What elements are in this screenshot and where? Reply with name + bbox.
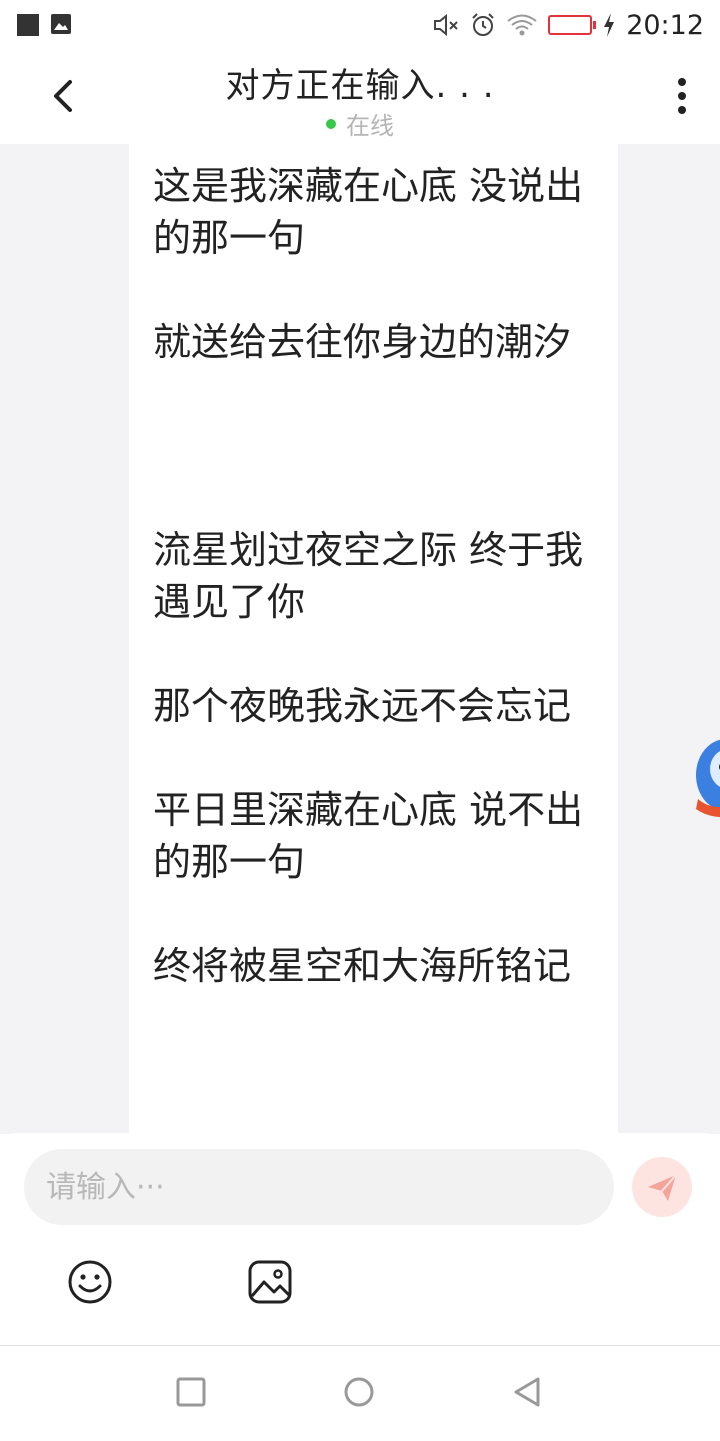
chat-area[interactable]: 这是我深藏在心底 没说出的那一句 就送给去往你身边的潮汐 流星划过夜空之际 终于… — [0, 144, 720, 1134]
online-dot-icon — [326, 119, 336, 129]
message-input-container — [24, 1149, 614, 1225]
chat-header: 对方正在输入. . . 在线 — [0, 50, 720, 144]
message-line: 这是我深藏在心底 没说出的那一句 — [153, 164, 584, 260]
message-line: 平日里深藏在心底 说不出的那一句 — [153, 788, 584, 884]
send-icon — [648, 1174, 677, 1201]
system-nav-bar — [0, 1345, 720, 1441]
message-line: 就送给去往你身边的潮汐 — [153, 320, 572, 364]
image-icon[interactable] — [246, 1258, 294, 1306]
more-menu-icon[interactable] — [670, 76, 694, 116]
composer-panel — [0, 1133, 720, 1345]
page-title: 对方正在输入. . . — [225, 66, 495, 106]
emoji-icon[interactable] — [66, 1258, 114, 1306]
status-bar: 20:12 — [0, 0, 720, 50]
online-status-label: 在线 — [346, 112, 394, 140]
send-button[interactable] — [632, 1157, 692, 1217]
online-status: 在线 — [0, 106, 720, 141]
battery-low-icon — [548, 15, 597, 35]
gallery-notification-icon — [51, 14, 71, 34]
message-input[interactable] — [24, 1149, 608, 1225]
notification-square-icon — [17, 14, 39, 36]
home-icon[interactable] — [343, 1376, 375, 1408]
charging-icon — [604, 13, 615, 37]
floating-assistant-icon[interactable] — [692, 729, 720, 821]
back-triangle-icon[interactable] — [512, 1376, 542, 1408]
message-line: 流星划过夜空之际 终于我遇见了你 — [153, 528, 584, 624]
message-text: 这是我深藏在心底 没说出的那一句 就送给去往你身边的潮汐 流星划过夜空之际 终于… — [153, 160, 603, 992]
message-bubble: 这是我深藏在心底 没说出的那一句 就送给去往你身边的潮汐 流星划过夜空之际 终于… — [129, 144, 618, 1134]
wifi-icon — [507, 14, 537, 36]
status-time: 20:12 — [626, 9, 704, 41]
message-line: 终将被星空和大海所铭记 — [153, 944, 572, 988]
message-line: 那个夜晚我永远不会忘记 — [153, 684, 572, 728]
alarm-icon — [472, 13, 494, 36]
mute-icon — [434, 13, 458, 37]
recent-apps-icon[interactable] — [176, 1377, 206, 1407]
